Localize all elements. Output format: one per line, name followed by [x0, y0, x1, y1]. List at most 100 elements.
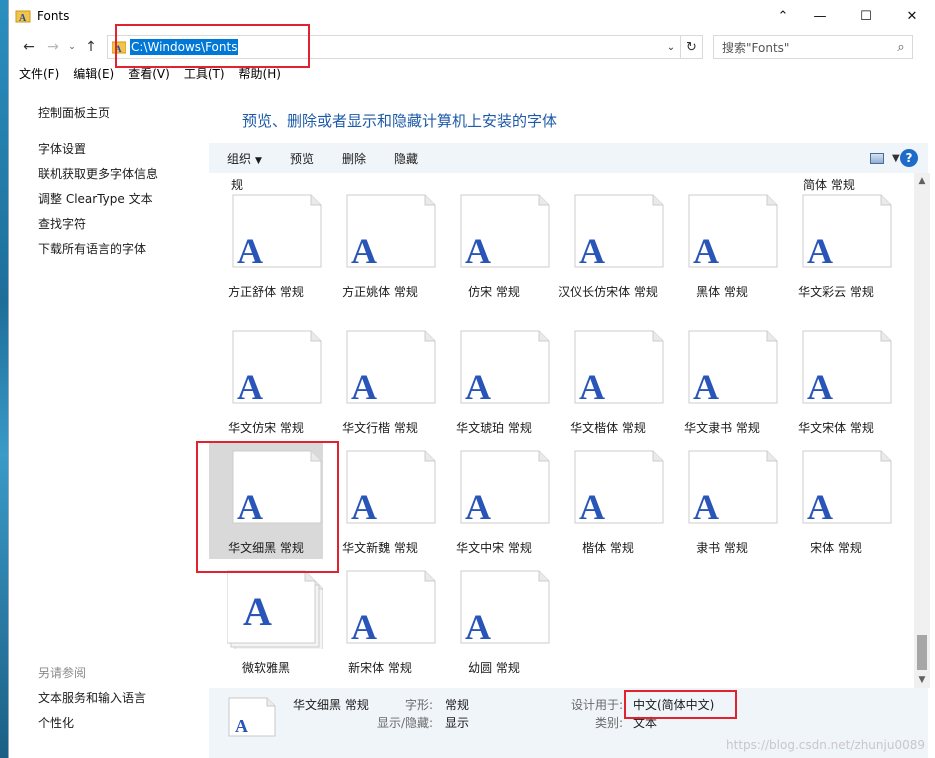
find-character-link[interactable]: 查找字符 [38, 215, 86, 232]
font-grid: 规 简体 常规 A 方正舒体 常规 A 方正姚体 常规 A 仿宋 常规 A 汉仪长仿宋体 常规… [209, 173, 914, 688]
selected-font-thumbnail: A [227, 696, 277, 738]
font-file-icon: A [227, 193, 323, 273]
change-view-button[interactable]: ▼ [870, 152, 900, 164]
font-item[interactable]: A 方正姚体 常规 [323, 193, 437, 311]
view-icon [870, 152, 884, 164]
font-item-label: 华文楷体 常规 [570, 421, 646, 435]
maximize-button[interactable]: ☐ [843, 0, 889, 32]
svg-text:A: A [579, 367, 605, 407]
font-item[interactable]: A 楷体 常规 [551, 449, 665, 567]
details-category-label: 类别: [595, 716, 624, 730]
font-item-label: 微软雅黑 [241, 661, 290, 675]
search-input[interactable]: 搜索"Fonts" ⌕ [713, 35, 913, 59]
svg-text:A: A [243, 589, 272, 634]
address-bar[interactable]: A C:\Windows\Fonts ⌄ [107, 35, 681, 59]
organize-button[interactable]: 组织 ▼ [227, 150, 262, 167]
font-item[interactable]: A 华文琥珀 常规 [437, 329, 551, 447]
font-file-icon: A [341, 193, 437, 273]
font-item[interactable]: A 微软雅黑 [209, 569, 323, 687]
details-style-value: 常规 [445, 698, 470, 712]
watermark: https://blog.csdn.net/zhunju0089 [726, 738, 925, 752]
adjust-cleartype-link[interactable]: 调整 ClearType 文本 [38, 190, 153, 207]
svg-text:A: A [237, 367, 263, 407]
font-item[interactable]: A 隶书 常规 [665, 449, 779, 567]
font-file-icon: A [455, 449, 551, 529]
font-item[interactable]: A 幼圆 常规 [437, 569, 551, 687]
scroll-up-button[interactable]: ▲ [914, 173, 930, 189]
font-settings-link[interactable]: 字体设置 [38, 140, 86, 157]
font-item[interactable]: A 黑体 常规 [665, 193, 779, 311]
address-dropdown-button[interactable]: ⌄ [662, 42, 680, 53]
hide-button[interactable]: 隐藏 [394, 150, 418, 167]
forward-button[interactable]: → [41, 35, 65, 59]
font-item[interactable]: A 新宋体 常规 [323, 569, 437, 687]
back-button[interactable]: ← [17, 35, 41, 59]
menu-view[interactable]: 查看(V) [128, 65, 170, 82]
font-item[interactable]: A 仿宋 常规 [437, 193, 551, 311]
svg-text:A: A [19, 13, 27, 24]
font-item[interactable]: A 宋体 常规 [779, 449, 893, 567]
font-item[interactable]: A 华文彩云 常规 [779, 193, 893, 311]
close-button[interactable]: ✕ [889, 0, 935, 32]
font-file-icon: A [797, 193, 893, 273]
preview-button[interactable]: 预览 [290, 150, 314, 167]
personalization-link[interactable]: 个性化 [38, 714, 74, 731]
font-item[interactable]: A 华文隶书 常规 [665, 329, 779, 447]
svg-text:A: A [579, 231, 605, 271]
text-services-link[interactable]: 文本服务和输入语言 [38, 689, 146, 706]
svg-text:A: A [237, 487, 263, 527]
menu-help[interactable]: 帮助(H) [239, 65, 281, 82]
details-font-name: 华文细黑 常规 [293, 698, 369, 712]
font-item[interactable]: A 华文仿宋 常规 [209, 329, 323, 447]
font-item[interactable]: A 华文宋体 常规 [779, 329, 893, 447]
menu-tools[interactable]: 工具(T) [184, 65, 225, 82]
font-item-label: 华文仿宋 常规 [228, 421, 304, 435]
svg-text:A: A [351, 367, 377, 407]
desktop-background [0, 0, 8, 758]
font-item-label: 华文宋体 常规 [798, 421, 874, 435]
menu-file[interactable]: 文件(F) [19, 65, 59, 82]
partial-font-label: 规 [231, 178, 244, 192]
download-fonts-link[interactable]: 下载所有语言的字体 [38, 240, 146, 257]
search-icon[interactable]: ⌕ [890, 40, 912, 55]
svg-text:A: A [237, 231, 263, 271]
svg-text:A: A [351, 607, 377, 647]
get-font-info-online-link[interactable]: 联机获取更多字体信息 [38, 165, 158, 182]
font-item[interactable]: A 华文行楷 常规 [323, 329, 437, 447]
menu-edit[interactable]: 编辑(E) [73, 65, 114, 82]
chevron-down-icon: ▼ [892, 152, 900, 164]
font-item[interactable]: A 华文细黑 常规 [209, 441, 323, 559]
svg-text:A: A [465, 607, 491, 647]
chevron-up-icon[interactable]: ⌃ [769, 0, 797, 32]
recent-locations-button[interactable]: ⌄ [65, 35, 79, 59]
font-item[interactable]: A 汉仪长仿宋体 常规 [551, 193, 665, 311]
font-item[interactable]: A 华文新魏 常规 [323, 449, 437, 567]
font-item-label: 黑体 常规 [696, 285, 748, 299]
help-button[interactable]: ? [900, 149, 918, 167]
svg-text:A: A [351, 487, 377, 527]
font-item-label: 隶书 常规 [696, 541, 748, 555]
title-bar[interactable]: A Fonts ⌃ — ☐ ✕ [9, 0, 935, 32]
page-title: 预览、删除或者显示和隐藏计算机上安装的字体 [242, 112, 558, 130]
delete-button[interactable]: 删除 [342, 150, 366, 167]
font-item[interactable]: A 方正舒体 常规 [209, 193, 323, 311]
font-item[interactable]: A 华文楷体 常规 [551, 329, 665, 447]
vertical-scrollbar[interactable]: ▲ ▼ [914, 173, 930, 688]
font-item-label: 华文彩云 常规 [798, 285, 874, 299]
refresh-button[interactable]: ↻ [681, 35, 703, 59]
minimize-button[interactable]: — [797, 0, 843, 32]
svg-text:A: A [807, 367, 833, 407]
address-path[interactable]: C:\Windows\Fonts [130, 39, 239, 55]
scroll-down-button[interactable]: ▼ [914, 672, 930, 688]
details-designed-for-value: 中文(简体中文) [633, 698, 715, 712]
scrollbar-thumb[interactable] [917, 635, 927, 670]
up-button[interactable]: ↑ [79, 35, 103, 59]
font-file-icon: A [455, 193, 551, 273]
font-file-icon: A [683, 193, 779, 273]
svg-text:A: A [465, 367, 491, 407]
control-panel-home-link[interactable]: 控制面板主页 [38, 104, 110, 121]
details-category-value: 文本 [633, 716, 658, 730]
menu-bar: 文件(F) 编辑(E) 查看(V) 工具(T) 帮助(H) [9, 62, 935, 84]
chevron-down-icon: ▼ [255, 155, 262, 166]
font-item[interactable]: A 华文中宋 常规 [437, 449, 551, 567]
